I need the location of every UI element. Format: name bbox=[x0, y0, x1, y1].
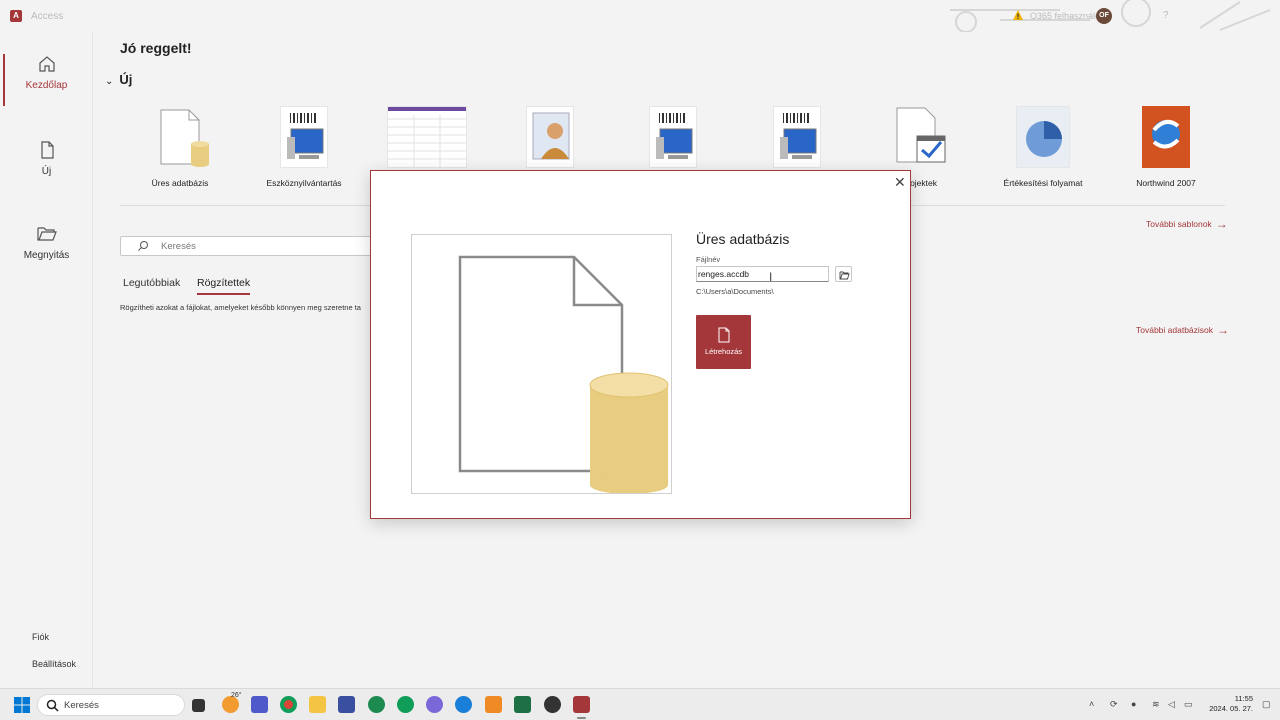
close-icon[interactable]: ✕ bbox=[894, 174, 906, 191]
northwind-icon bbox=[1142, 106, 1190, 168]
clock-time: 11:55 bbox=[1234, 694, 1253, 703]
arrow-right-icon: → bbox=[1215, 217, 1228, 231]
template-blank-database[interactable]: Üres adatbázis bbox=[139, 106, 221, 188]
avatar[interactable]: OF bbox=[1096, 8, 1112, 24]
chrome-icon[interactable] bbox=[280, 696, 297, 713]
new-file-icon bbox=[718, 327, 729, 343]
new-section-label: Új bbox=[119, 72, 133, 87]
folder-open-icon bbox=[36, 227, 57, 241]
search-icon bbox=[138, 241, 148, 251]
table-preview-icon bbox=[387, 106, 467, 168]
folder-open-icon bbox=[839, 271, 850, 280]
edge-icon[interactable] bbox=[455, 696, 472, 713]
dialog-title: Üres adatbázis bbox=[696, 231, 790, 247]
clock[interactable]: 11:55 2024. 05. 27. bbox=[1203, 694, 1253, 714]
sidebar-item-label: Kezdőlap bbox=[25, 80, 68, 91]
file-explorer-icon[interactable] bbox=[309, 696, 326, 713]
chrome-variant-icon-2[interactable] bbox=[397, 696, 414, 713]
calendar-check-icon bbox=[889, 106, 951, 168]
template-contacts[interactable] bbox=[526, 106, 574, 178]
app-title: Access bbox=[31, 11, 64, 22]
text-cursor-icon: I bbox=[769, 270, 773, 284]
title-bar: A Access O365 felhasználó OF ? bbox=[0, 0, 1280, 32]
tab-recent[interactable]: Legutóbbiak bbox=[123, 277, 180, 289]
warning-icon[interactable] bbox=[1012, 9, 1024, 21]
search-field[interactable] bbox=[161, 239, 381, 254]
sidebar-item-home[interactable]: Kezdőlap bbox=[0, 54, 93, 106]
weather-temp: 26° bbox=[231, 692, 242, 699]
sidebar-item-label: Megnyitás bbox=[23, 250, 70, 261]
new-file-icon bbox=[40, 141, 54, 159]
computer-barcode-icon bbox=[649, 106, 697, 168]
pinned-info-text: Rögzítheti azokat a fájlokat, amelyeket … bbox=[120, 303, 361, 312]
clock-date: 2024. 05. 27. bbox=[1209, 704, 1253, 713]
search-icon bbox=[46, 699, 59, 712]
sidebar-item-account[interactable]: Fiók bbox=[32, 632, 49, 642]
chrome-variant-icon[interactable] bbox=[368, 696, 385, 713]
template-asset-tracking[interactable]: Eszköznyilvántartás bbox=[262, 106, 346, 188]
copilot-icon[interactable] bbox=[426, 696, 443, 713]
windows-start-icon[interactable] bbox=[14, 697, 30, 713]
taskbar-search-label: Keresés bbox=[64, 700, 99, 711]
home-icon bbox=[38, 56, 55, 72]
taskbar-search[interactable]: Keresés bbox=[37, 694, 185, 716]
sidebar-item-open[interactable]: Megnyitás bbox=[0, 224, 93, 261]
tab-pinned[interactable]: Rögzítettek bbox=[197, 277, 251, 295]
teams-icon[interactable] bbox=[251, 696, 268, 713]
new-section-header[interactable]: ⌄ Új bbox=[105, 72, 132, 87]
more-databases-label: További adatbázisok bbox=[1136, 325, 1214, 335]
filename-label: Fájlnév bbox=[696, 255, 721, 264]
sidebar-item-label: Új bbox=[41, 166, 52, 177]
template-contacts-list[interactable] bbox=[387, 106, 467, 178]
wifi-icon[interactable]: ≋ bbox=[1152, 699, 1160, 710]
blank-database-icon bbox=[149, 106, 211, 168]
sync-icon[interactable]: ⟳ bbox=[1110, 699, 1118, 710]
computer-barcode-icon bbox=[773, 106, 821, 168]
microphone-icon[interactable]: ● bbox=[1131, 699, 1136, 709]
page-title: Jó reggelt! bbox=[120, 40, 192, 56]
more-databases-link[interactable]: További adatbázisok → bbox=[1136, 322, 1230, 337]
blank-database-preview bbox=[411, 234, 672, 494]
computer-barcode-icon bbox=[280, 106, 328, 168]
template-label: Értékesítési folyamat bbox=[1003, 178, 1083, 188]
taskbar: Keresés 26° ˄ ⟳ ● ≋ ◁ ▭ 11:55 2024. 05. … bbox=[0, 688, 1280, 720]
search-input[interactable] bbox=[120, 236, 390, 256]
help-icon[interactable]: ? bbox=[1163, 10, 1169, 21]
battery-icon[interactable]: ▭ bbox=[1184, 699, 1193, 710]
template-label: Üres adatbázis bbox=[151, 178, 209, 188]
template-computer-2[interactable] bbox=[773, 106, 821, 178]
volume-icon[interactable]: ◁ bbox=[1168, 699, 1175, 710]
sidebar: Kezdőlap Új Megnyitás Fiók Beállítások bbox=[0, 32, 93, 688]
template-label: Eszköznyilvántartás bbox=[266, 178, 342, 188]
blank-database-illustration bbox=[458, 255, 669, 493]
app-orange-icon[interactable] bbox=[485, 696, 502, 713]
more-templates-link[interactable]: További sablonok → bbox=[1146, 216, 1228, 231]
chevron-up-icon[interactable]: ˄ bbox=[1089, 699, 1094, 709]
more-templates-label: További sablonok bbox=[1146, 219, 1212, 229]
template-northwind[interactable]: Northwind 2007 bbox=[1130, 106, 1202, 188]
notification-icon[interactable]: ▢ bbox=[1262, 699, 1271, 710]
contact-card-icon bbox=[526, 106, 574, 168]
user-name[interactable]: O365 felhasználó bbox=[1030, 11, 1100, 21]
filename-field[interactable] bbox=[696, 266, 829, 282]
pie-chart-icon bbox=[1016, 106, 1070, 168]
save-icon[interactable] bbox=[338, 696, 355, 713]
create-button[interactable]: Létrehozás bbox=[696, 315, 751, 369]
chevron-down-icon: ⌄ bbox=[105, 76, 114, 87]
template-sales-pipeline[interactable]: Értékesítési folyamat bbox=[1003, 106, 1083, 188]
template-label: Northwind 2007 bbox=[1136, 178, 1196, 188]
sidebar-item-new[interactable]: Új bbox=[0, 140, 93, 177]
access-icon[interactable] bbox=[573, 696, 590, 719]
create-button-label: Létrehozás bbox=[704, 347, 743, 356]
arrow-right-icon: → bbox=[1217, 323, 1230, 337]
task-view-icon[interactable] bbox=[192, 699, 205, 712]
browse-folder-button[interactable] bbox=[835, 266, 852, 282]
sidebar-item-settings[interactable]: Beállítások bbox=[32, 659, 76, 669]
obs-icon[interactable] bbox=[544, 696, 561, 713]
template-computer-1[interactable] bbox=[649, 106, 697, 178]
blank-database-dialog: ✕ Üres adatbázis Fájlnév I C:\Users\a\Do… bbox=[370, 170, 911, 519]
excel-icon[interactable] bbox=[514, 696, 531, 713]
access-logo-icon: A bbox=[10, 10, 22, 22]
file-path: C:\Users\a\Documents\ bbox=[696, 287, 774, 296]
